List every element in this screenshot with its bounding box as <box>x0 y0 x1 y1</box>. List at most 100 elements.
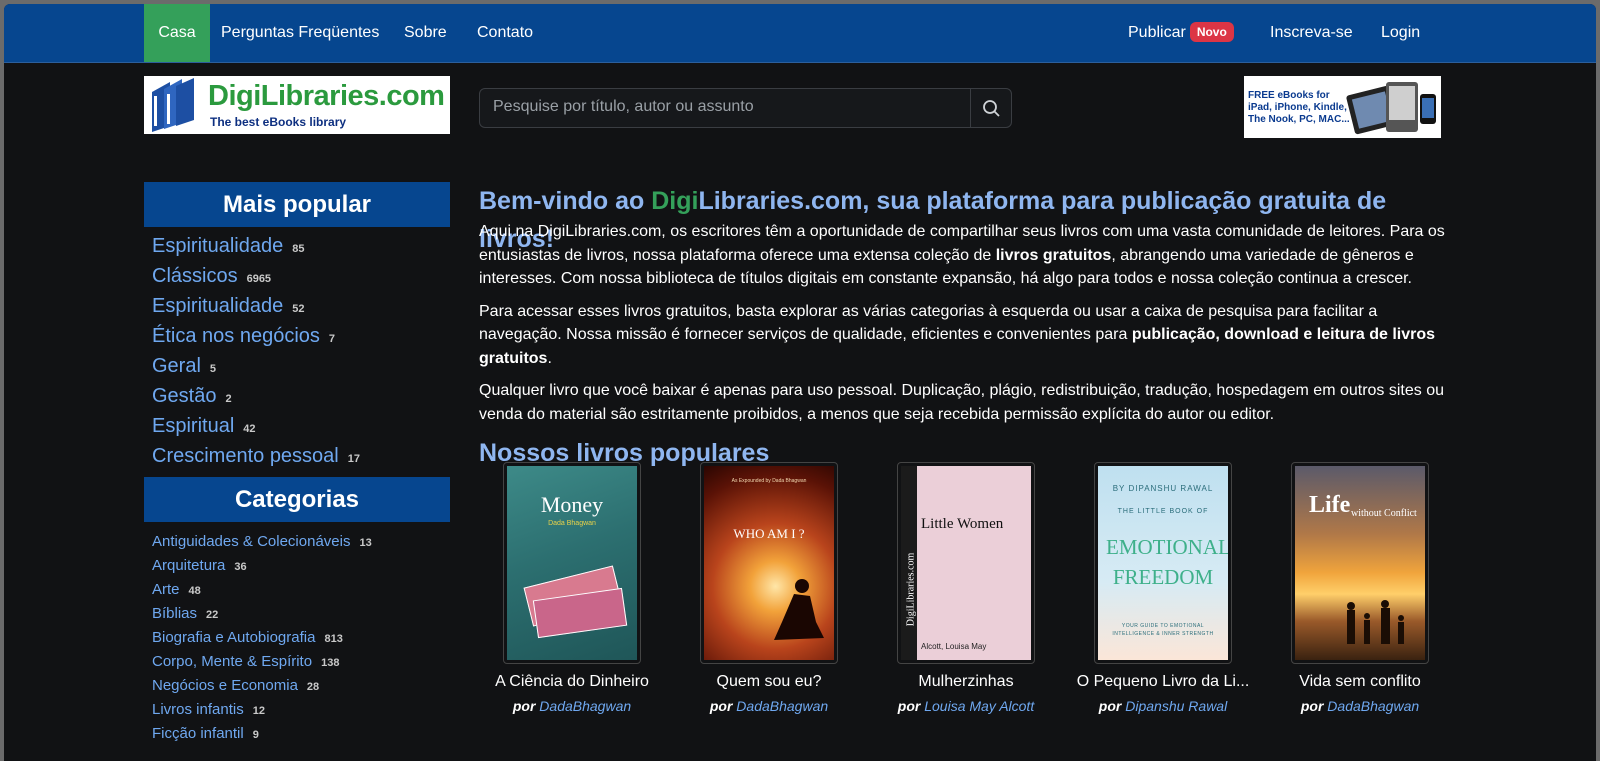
sidebar: Mais popular Espiritualidade 85 Clássicos 6… <box>144 182 450 746</box>
book-title[interactable]: Quem sou eu? <box>669 673 869 691</box>
category-link[interactable]: Livros infantis <box>152 701 244 718</box>
byline-por: por <box>1300 698 1324 714</box>
category-item[interactable]: Biografia e Autobiografia 813 <box>152 626 450 650</box>
category-item[interactable]: Arquitetura 36 <box>152 554 450 578</box>
cover-footer: YOUR GUIDE TO EMOTIONAL INTELLIGENCE & I… <box>1112 623 1214 637</box>
cover-art: As Expounded by Dada Bhagwan WHO AM I ? <box>704 466 834 660</box>
category-link[interactable]: Arquitetura <box>152 557 225 574</box>
nav-contact[interactable]: Contato <box>477 4 533 62</box>
p2-text-c: . <box>547 349 552 367</box>
popular-link[interactable]: Espiritualidade <box>152 235 283 257</box>
category-link[interactable]: Biografia e Autobiografia <box>152 629 315 646</box>
category-count: 13 <box>359 537 372 549</box>
category-count: 12 <box>252 705 265 717</box>
category-item[interactable]: Negócios e Economia 28 <box>152 674 450 698</box>
popular-count: 17 <box>347 453 360 465</box>
category-link[interactable]: Arte <box>152 581 180 598</box>
book-title[interactable]: O Pequeno Livro da Li... <box>1063 673 1263 691</box>
nav-login[interactable]: Login <box>1381 4 1420 62</box>
category-item[interactable]: Livros infantis 12 <box>152 698 450 722</box>
popular-item[interactable]: Espiritual 42 <box>152 411 450 441</box>
book-title[interactable]: Mulherzinhas <box>866 673 1066 691</box>
popular-item[interactable]: Ética nos negócios 7 <box>152 321 450 351</box>
cover-art: Money Dada Bhagwan <box>507 466 637 660</box>
popular-item[interactable]: Espiritualidade 52 <box>152 291 450 321</box>
category-count: 28 <box>306 681 320 693</box>
p1-bold: livros gratuitos <box>995 246 1112 264</box>
cover-art: BY DIPANSHU RAWAL THE LITTLE BOOK OF EMO… <box>1098 466 1228 660</box>
popular-count: 6965 <box>246 273 272 285</box>
popular-link[interactable]: Ética nos negócios <box>152 325 320 347</box>
category-link[interactable]: Bíblias <box>152 605 197 622</box>
category-item[interactable]: Corpo, Mente & Espírito 138 <box>152 650 450 674</box>
search-input[interactable] <box>480 89 973 125</box>
nav-publish[interactable]: Publicar Novo <box>1128 4 1234 62</box>
book-title[interactable]: Vida sem conflito <box>1260 673 1460 691</box>
nav-about[interactable]: Sobre <box>404 4 447 62</box>
category-item[interactable]: Antiguidades & Colecionáveis 13 <box>152 530 450 554</box>
book-byline: por Louisa May Alcott <box>866 698 1066 714</box>
search-button[interactable] <box>970 89 1011 127</box>
book-byline: por DadaBhagwan <box>472 698 672 714</box>
title-digi: Digi <box>651 187 699 215</box>
book-author-link[interactable]: Dipanshu Rawal <box>1125 698 1227 714</box>
popular-link[interactable]: Espiritualidade <box>152 295 283 317</box>
book-cover[interactable]: DigiLibraries.com Little Women Alcott, L… <box>897 462 1035 664</box>
category-item[interactable]: Ficção infantil 9 <box>152 722 450 746</box>
book-cover[interactable]: Life without Conflict <box>1291 462 1429 664</box>
book-cover[interactable]: Money Dada Bhagwan <box>503 462 641 664</box>
popular-link[interactable]: Gestão <box>152 385 216 407</box>
main-content: Bem-vindo ao DigiLibraries.com, sua plat… <box>479 182 1459 714</box>
book-title[interactable]: A Ciência do Dinheiro <box>472 673 672 691</box>
book-author-link[interactable]: Louisa May Alcott <box>924 698 1034 714</box>
popular-heading: Mais popular <box>144 182 450 227</box>
family-silhouette-graphic <box>1347 600 1404 644</box>
category-item[interactable]: Arte 48 <box>152 578 450 602</box>
popular-link[interactable]: Geral <box>152 355 201 377</box>
byline-por: por <box>709 698 733 714</box>
book-byline: por Dipanshu Rawal <box>1063 698 1263 714</box>
ad-line-3: The Nook, PC, MAC... <box>1248 114 1350 125</box>
category-link[interactable]: Antiguidades & Colecionáveis <box>152 533 350 550</box>
popular-item[interactable]: Espiritualidade 85 <box>152 231 450 261</box>
book-author-link[interactable]: DadaBhagwan <box>539 698 631 714</box>
cover-art: DigiLibraries.com Little Women Alcott, L… <box>901 466 1031 660</box>
byline-por: por <box>897 698 921 714</box>
cover-title: WHO AM I ? <box>733 526 805 541</box>
intro-paragraph-1: Aqui na DigiLibraries.com, os escritores… <box>479 220 1459 291</box>
cover-subtitle: without Conflict <box>1351 508 1417 519</box>
popular-link[interactable]: Espiritual <box>152 415 234 437</box>
category-link[interactable]: Negócios e Economia <box>152 677 298 694</box>
popular-item[interactable]: Clássicos 6965 <box>152 261 450 291</box>
cover-author: Alcott, Louisa May <box>921 642 987 651</box>
popular-item[interactable]: Geral 5 <box>152 351 450 381</box>
popular-count: 5 <box>209 363 217 375</box>
popular-item[interactable]: Crescimento pessoal 17 <box>152 441 450 471</box>
popular-item[interactable]: Gestão 2 <box>152 381 450 411</box>
new-badge: Novo <box>1189 22 1234 42</box>
popular-count: 7 <box>328 333 336 345</box>
book-author-link[interactable]: DadaBhagwan <box>736 698 828 714</box>
book-cover[interactable]: As Expounded by Dada Bhagwan WHO AM I ? <box>700 462 838 664</box>
category-count: 36 <box>234 561 247 573</box>
ebooks-ad-banner[interactable]: FREE eBooks for iPad, iPhone, Kindle, Th… <box>1244 76 1441 138</box>
cover-author: BY DIPANSHU RAWAL <box>1112 484 1214 493</box>
byline-por: por <box>512 698 536 714</box>
cover-title: EMOTIONAL FREEDOM <box>1106 535 1228 589</box>
cover-title: Money <box>540 492 604 517</box>
book-cover[interactable]: BY DIPANSHU RAWAL THE LITTLE BOOK OF EMO… <box>1094 462 1232 664</box>
intro-paragraph-3: Qualquer livro que você baixar é apenas … <box>479 382 1445 423</box>
popular-link[interactable]: Crescimento pessoal <box>152 445 339 467</box>
category-count: 48 <box>188 585 201 597</box>
nav-signup[interactable]: Inscreva-se <box>1270 4 1353 62</box>
popular-link[interactable]: Clássicos <box>152 265 238 287</box>
book-author-link[interactable]: DadaBhagwan <box>1327 698 1419 714</box>
nav-home[interactable]: Casa <box>144 4 210 62</box>
site-logo[interactable]: DigiLibraries.com The best eBooks librar… <box>144 76 450 134</box>
category-link[interactable]: Ficção infantil <box>152 725 244 742</box>
intro-paragraph-2: Para acessar esses livros gratuitos, bas… <box>479 300 1459 371</box>
logo-tagline: The best eBooks library <box>210 115 347 129</box>
category-link[interactable]: Corpo, Mente & Espírito <box>152 653 312 670</box>
nav-faq[interactable]: Perguntas Freqüentes <box>221 4 379 62</box>
category-item[interactable]: Bíblias 22 <box>152 602 450 626</box>
